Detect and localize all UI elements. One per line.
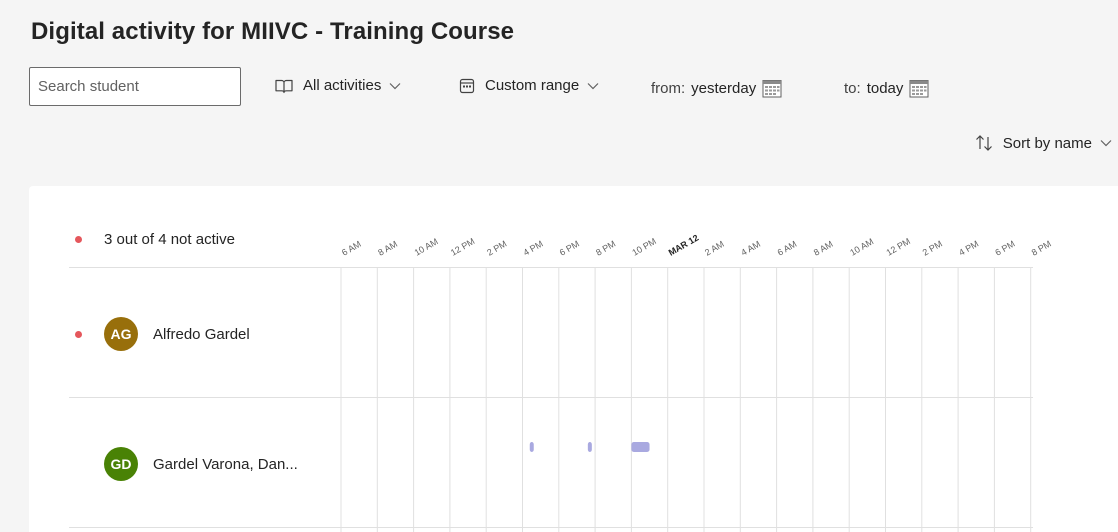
time-tick-label: 12 PM	[885, 236, 913, 258]
time-tick-label: 8 AM	[812, 239, 835, 258]
inactive-status-dot	[75, 330, 82, 338]
avatar: AG	[104, 317, 138, 351]
sort-label: Sort by name	[1002, 134, 1092, 152]
range-filter-label: Custom range	[485, 77, 580, 94]
student-row[interactable]: AG Alfredo Gardel	[75, 317, 250, 351]
to-label: to:	[844, 80, 861, 97]
activity-bar[interactable]	[631, 442, 650, 452]
activities-filter[interactable]: All activities	[275, 77, 401, 94]
page-title: Digital activity for MIIVC - Training Co…	[31, 18, 515, 45]
chevron-down-icon	[1100, 139, 1112, 147]
chevron-down-icon	[389, 82, 401, 90]
time-tick-label: 2 PM	[485, 239, 508, 258]
summary-text: 3 out of 4 not active	[104, 231, 235, 248]
calendar-icon[interactable]	[909, 79, 929, 98]
activity-bar[interactable]	[587, 442, 592, 452]
calendar-icon	[459, 78, 475, 94]
student-name: Alfredo Gardel	[153, 325, 250, 343]
row-divider	[69, 397, 1033, 398]
time-tick-label: 6 PM	[993, 239, 1016, 258]
to-value: today	[866, 80, 904, 97]
activity-summary: 3 out of 4 not active	[75, 231, 235, 248]
time-tick-label: 10 PM	[630, 236, 658, 258]
time-tick-label: 8 AM	[376, 239, 399, 258]
from-value: yesterday	[691, 80, 757, 97]
avatar: GD	[104, 447, 138, 481]
row-divider	[69, 527, 1033, 528]
time-tick-label: 6 AM	[340, 239, 363, 258]
time-tick-label: 2 PM	[921, 239, 944, 258]
range-filter[interactable]: Custom range	[459, 77, 599, 94]
time-tick-label: 8 PM	[594, 239, 617, 258]
time-tick-label: 8 PM	[1030, 239, 1053, 258]
search-student-input[interactable]	[29, 67, 241, 106]
student-name: Gardel Varona, Dan...	[153, 455, 298, 473]
activities-filter-label: All activities	[303, 77, 382, 94]
sort-dropdown[interactable]: Sort by name	[975, 134, 1112, 152]
time-tick-label: MAR 12	[667, 233, 701, 258]
row-divider	[69, 267, 1033, 268]
activity-card: 6 AM 8 AM 10 AM 12 PM 2 PM 4 PM 6 PM 8 PM 10 PM M…	[29, 186, 1118, 532]
time-tick-label: 10 AM	[848, 236, 875, 257]
inactive-status-dot	[75, 236, 82, 243]
time-tick-label: 4 PM	[522, 239, 545, 258]
time-tick-label: 4 PM	[957, 239, 980, 258]
time-tick-label: 2 AM	[703, 239, 726, 258]
chevron-down-icon	[587, 82, 599, 90]
from-label: from:	[651, 80, 686, 97]
calendar-icon[interactable]	[762, 79, 782, 98]
book-icon	[275, 78, 293, 94]
time-tick-label: 6 AM	[776, 239, 799, 258]
time-tick-label: 10 AM	[413, 236, 440, 257]
time-tick-label: 12 PM	[449, 236, 477, 258]
student-row[interactable]: GD Gardel Varona, Dan...	[75, 447, 298, 481]
time-tick-label: 4 AM	[739, 239, 762, 258]
time-tick-label: 6 PM	[558, 239, 581, 258]
to-date[interactable]: to: today	[844, 79, 929, 98]
activity-bar[interactable]	[529, 442, 534, 452]
from-date[interactable]: from: yesterday	[651, 79, 782, 98]
sort-icon	[975, 134, 993, 152]
